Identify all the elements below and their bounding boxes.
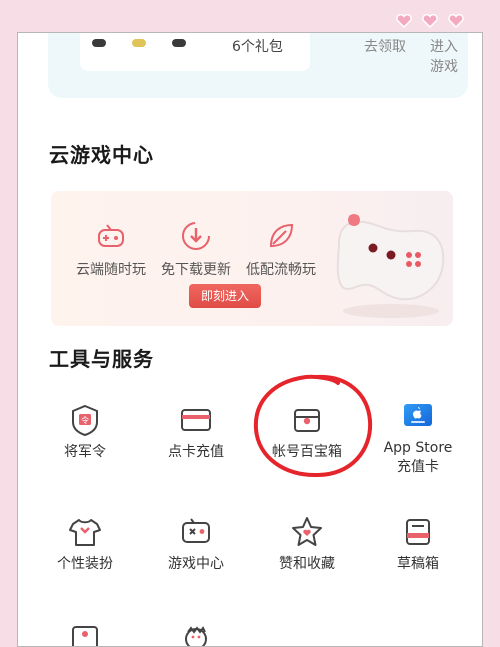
- decor-hearts: [396, 14, 464, 28]
- tool-item-label: App Store 充值卡: [383, 440, 453, 475]
- tool-item-drafts[interactable]: 草稿箱: [364, 515, 472, 574]
- cloud-feature-low-spec: 低配流畅玩: [241, 219, 321, 279]
- gift-count: 6个礼包: [232, 39, 283, 55]
- cloud-feature-label: 免下载更新: [161, 262, 231, 278]
- tool-item-likes-favorites[interactable]: 赞和收藏: [253, 515, 361, 574]
- tool-item-label: 将军令: [64, 444, 106, 460]
- cloud-gaming-banner[interactable]: 云端随时玩 免下载更新 低配流畅玩 即刻进入: [51, 191, 453, 326]
- tool-item-label: 个性装扮: [57, 556, 113, 572]
- game-gift-card[interactable]: 6个礼包 去领取 进入游戏: [48, 33, 468, 98]
- tool-item-partial[interactable]: [31, 623, 139, 646]
- gift-item-icon: [172, 39, 186, 47]
- tool-item-label: 帐号百宝箱: [272, 444, 342, 460]
- shield-token-icon: 令: [67, 403, 103, 437]
- game-console-icon: [178, 515, 214, 549]
- heart-icon: [448, 14, 464, 28]
- svg-text:令: 令: [81, 415, 89, 425]
- card-icon: [67, 623, 103, 646]
- gift-item-icon: [92, 39, 106, 47]
- heart-icon: [422, 14, 438, 28]
- face-icon: [178, 623, 214, 646]
- app-store-icon: [400, 399, 436, 433]
- treasure-box-icon: [289, 403, 325, 437]
- tool-item-card-recharge[interactable]: 点卡充值: [142, 403, 250, 462]
- cloud-feature-no-download: 免下载更新: [156, 219, 236, 279]
- tool-item-general-token[interactable]: 令 将军令: [31, 403, 139, 462]
- download-icon: [179, 219, 213, 253]
- gift-item-icons: [92, 39, 186, 47]
- tools-section-title: 工具与服务: [49, 347, 154, 371]
- tool-item-account-toolbox[interactable]: 帐号百宝箱: [253, 403, 361, 462]
- tool-item-label: 游戏中心: [168, 556, 224, 572]
- tool-item-label: 草稿箱: [397, 556, 439, 572]
- draft-box-icon: [400, 515, 436, 549]
- leaf-icon: [264, 219, 298, 253]
- tool-item-personal-decor[interactable]: 个性装扮: [31, 515, 139, 574]
- screenshot-frame: 6个礼包 去领取 进入游戏 云游戏中心 云端随时玩 免下载更新 低配流畅玩 即刻…: [17, 32, 483, 647]
- tool-item-app-store-card[interactable]: App Store 充值卡: [364, 399, 472, 477]
- tool-item-partial[interactable]: [142, 623, 250, 646]
- cloud-section-title: 云游戏中心: [49, 143, 154, 167]
- tool-item-game-center[interactable]: 游戏中心: [142, 515, 250, 574]
- claim-link[interactable]: 去领取: [364, 36, 406, 56]
- gamepad-icon: [94, 219, 128, 253]
- tool-item-label: 赞和收藏: [279, 556, 335, 572]
- tool-item-label: 点卡充值: [168, 444, 224, 460]
- card-icon: [178, 403, 214, 437]
- enter-game-link[interactable]: 进入游戏: [430, 36, 468, 76]
- cloud-feature-label: 低配流畅玩: [246, 262, 316, 278]
- star-like-icon: [289, 515, 325, 549]
- cloud-feature-anytime: 云端随时玩: [71, 219, 151, 279]
- gift-item-icon: [132, 39, 146, 47]
- gamepad-illustration-icon: [321, 203, 451, 323]
- heart-icon: [396, 14, 412, 28]
- cloud-feature-label: 云端随时玩: [76, 262, 146, 278]
- tshirt-icon: [67, 515, 103, 549]
- join-now-button[interactable]: 即刻进入: [189, 284, 261, 308]
